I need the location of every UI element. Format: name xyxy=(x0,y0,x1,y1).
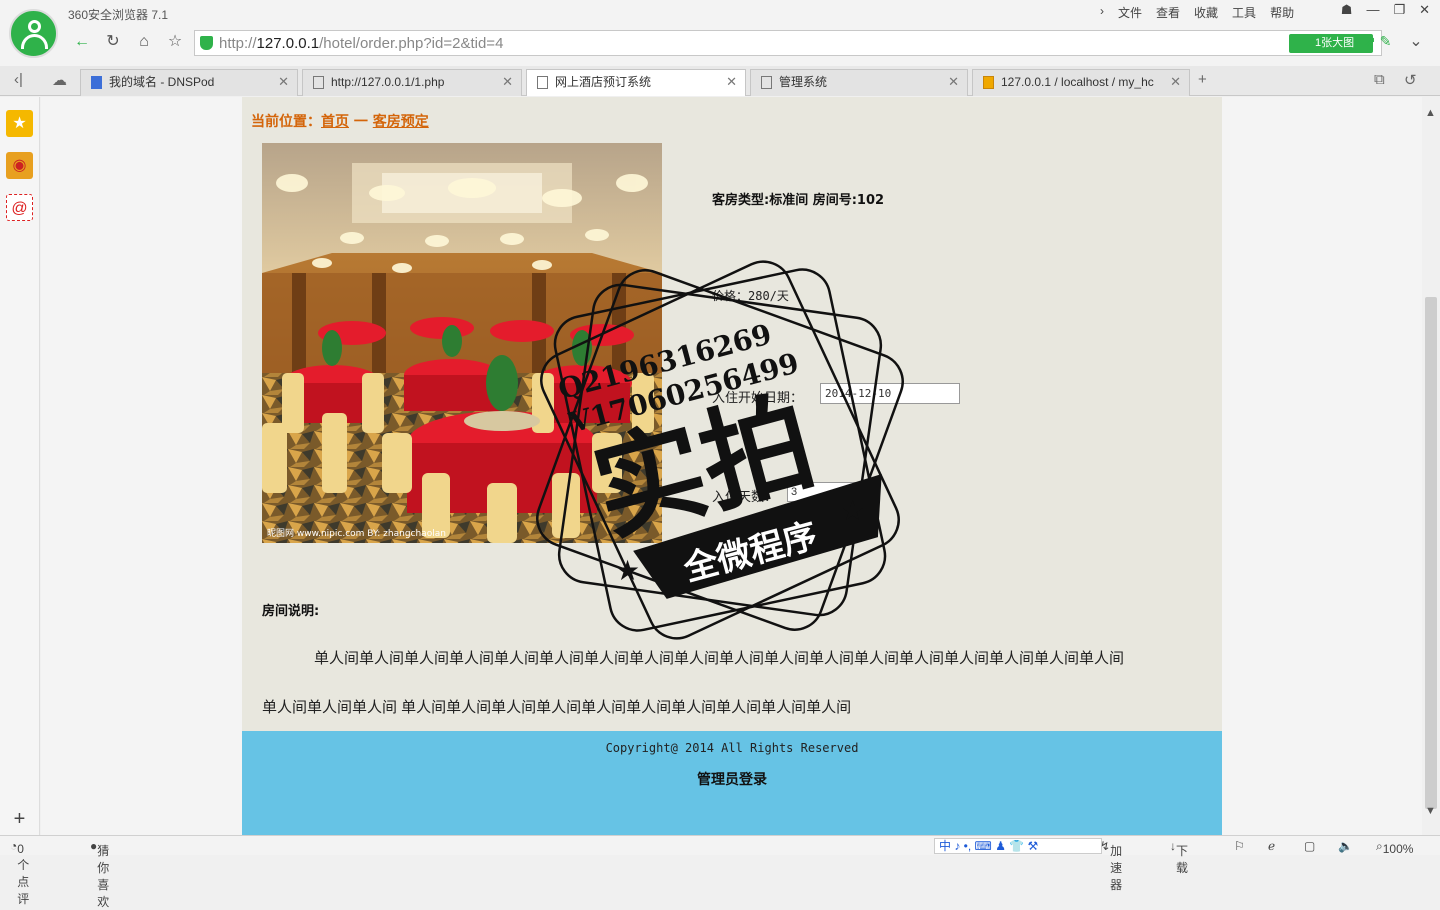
download-button[interactable]: ↓ 下载 xyxy=(1170,839,1188,875)
close-window-icon[interactable]: ✕ xyxy=(1419,2,1430,18)
comments-status[interactable]: ◔ 0个点评 xyxy=(10,839,29,906)
sidebar-toggle-icon[interactable]: ‹| xyxy=(14,71,23,88)
flag-icon[interactable]: ⚐ xyxy=(1234,839,1245,853)
tab-label: http://127.0.0.1/1.php xyxy=(331,75,445,89)
stay-days-input[interactable]: 3 xyxy=(787,482,867,502)
page-footer: Copyright@ 2014 All Rights Reserved 管理员登… xyxy=(242,731,1222,835)
guess-you-like[interactable]: ● 猜你喜欢 xyxy=(90,839,109,909)
menu-file[interactable]: 文件 xyxy=(1111,4,1149,21)
menu-bar: › 文件 查看 收藏 工具 帮助 xyxy=(1093,4,1301,21)
title-bar: 360安全浏览器 7.1 › 文件 查看 收藏 工具 帮助 ☗ — ❐ ✕ ← … xyxy=(0,0,1440,66)
address-dropdown-icon[interactable]: ⌄ xyxy=(1406,32,1426,52)
close-tab-icon[interactable]: ✕ xyxy=(1170,70,1181,94)
page-icon xyxy=(537,76,548,89)
page-viewport: 当前位置：首页 一 客房预定 昵图网 www.nipic.com BY: zha… xyxy=(41,97,1422,835)
admin-login-link[interactable]: 管理员登录 xyxy=(242,769,1222,789)
back-icon[interactable]: ← xyxy=(72,32,92,52)
scroll-up-icon[interactable]: ▲ xyxy=(1425,107,1436,119)
close-tab-icon[interactable]: ✕ xyxy=(502,70,513,94)
maximize-icon[interactable]: ❐ xyxy=(1393,2,1405,18)
tab-hotel-booking[interactable]: 网上酒店预订系统 ✕ xyxy=(526,69,746,96)
favorite-star-icon[interactable]: ☆ xyxy=(165,32,185,52)
close-tab-icon[interactable]: ✕ xyxy=(948,70,959,94)
breadcrumb-home-link[interactable]: 首页 xyxy=(321,114,349,130)
tab-phpmyadmin[interactable]: 127.0.0.1 / localhost / my_hc ✕ xyxy=(972,69,1190,96)
price-text: 价格：280/天 xyxy=(712,289,789,303)
tab-label: 网上酒店预订系统 xyxy=(555,75,652,89)
tab-label: 127.0.0.1 / localhost / my_hc xyxy=(1001,75,1154,89)
dnspod-favicon-icon xyxy=(91,76,102,89)
mail-icon[interactable]: @ xyxy=(6,194,33,221)
status-bar: ◔ 0个点评 ● 猜你喜欢 中 ♪ •, ⌨ ♟ 👕 ⚒ ↯ 加速器 ↓ 下载 … xyxy=(0,835,1440,909)
scrollbar-thumb[interactable] xyxy=(1425,297,1437,809)
home-icon[interactable]: ⌂ xyxy=(134,32,154,52)
accelerator-button[interactable]: ↯ 加速器 xyxy=(1100,839,1122,892)
breadcrumb-current-link[interactable]: 客房预定 xyxy=(373,114,429,130)
ime-toolbar[interactable]: 中 ♪ •, ⌨ ♟ 👕 ⚒ xyxy=(934,838,1102,854)
accelerator-label: 加速器 xyxy=(1110,844,1123,892)
restore-tabs-icon[interactable]: ⧉ xyxy=(1374,71,1385,88)
page-icon xyxy=(761,76,772,89)
tab-1php[interactable]: http://127.0.0.1/1.php ✕ xyxy=(302,69,522,96)
favorites-star-icon[interactable]: ★ xyxy=(6,110,33,137)
menu-tools[interactable]: 工具 xyxy=(1225,4,1263,21)
copyright-text: Copyright@ 2014 All Rights Reserved xyxy=(605,741,859,755)
download-label: 下载 xyxy=(1176,844,1189,875)
zoom-control[interactable]: ⌕ 100% xyxy=(1376,839,1413,856)
stay-days-label: 入住天数： xyxy=(712,489,778,504)
window-controls: ☗ — ❐ ✕ xyxy=(1341,2,1430,18)
address-row: ← ↻ ⌂ ☆ http://127.0.0.1/hotel/order.php… xyxy=(66,30,1436,56)
menu-help[interactable]: 帮助 xyxy=(1263,4,1301,21)
breadcrumb: 当前位置：首页 一 客房预定 xyxy=(251,111,429,131)
sidebar: ★ ◉ @ + xyxy=(0,97,40,835)
breadcrumb-prefix: 当前位置： xyxy=(251,114,321,130)
scroll-down-icon[interactable]: ▼ xyxy=(1425,805,1436,817)
url-text[interactable]: http://127.0.0.1/hotel/order.php?id=2&ti… xyxy=(219,35,503,52)
room-type-text: 客房类型:标准间 房间号:102 xyxy=(712,193,885,208)
tab-label: 管理系统 xyxy=(779,75,828,89)
tab-label: 我的域名 - DNSPod xyxy=(109,75,215,89)
new-tab-icon[interactable]: + xyxy=(1198,71,1207,88)
window-icon[interactable]: ▢ xyxy=(1304,839,1315,853)
page-scrollbar[interactable]: ▲ ▼ xyxy=(1422,97,1440,835)
room-description-title: 房间说明: xyxy=(262,604,320,619)
browser-logo-icon[interactable] xyxy=(9,9,58,58)
banquet-hall-image: 昵图网 www.nipic.com BY: zhangchaolan xyxy=(262,143,662,543)
phpmyadmin-favicon-icon xyxy=(983,76,994,89)
checkin-date-input[interactable]: 2014-12-10 xyxy=(820,383,960,404)
app-title: 360安全浏览器 7.1 xyxy=(68,8,169,22)
page-icon xyxy=(313,76,324,89)
big-picture-button[interactable]: 1张大图 xyxy=(1289,34,1373,53)
undo-close-icon[interactable]: ↺ xyxy=(1404,71,1417,89)
photo-caption: 昵图网 www.nipic.com BY: zhangchaolan xyxy=(267,528,446,539)
tab-dnspod[interactable]: 我的域名 - DNSPod ✕ xyxy=(80,69,298,96)
share-icon[interactable]: ⇗ ✎ xyxy=(1364,33,1391,50)
sound-icon[interactable]: 🔈 xyxy=(1338,839,1353,853)
skin-icon[interactable]: ☗ xyxy=(1341,2,1353,18)
breadcrumb-separator: 一 xyxy=(349,114,373,130)
tab-admin-system[interactable]: 管理系统 ✕ xyxy=(750,69,968,96)
security-shield-icon xyxy=(200,36,213,50)
room-photo: 昵图网 www.nipic.com BY: zhangchaolan xyxy=(262,143,662,543)
guess-label: 猜你喜欢 xyxy=(97,844,110,909)
close-tab-icon[interactable]: ✕ xyxy=(278,70,289,94)
close-tab-icon[interactable]: ✕ xyxy=(726,70,737,94)
comments-count: 0个点评 xyxy=(17,842,30,906)
minimize-icon[interactable]: — xyxy=(1366,2,1379,18)
room-description-line2: 单人间单人间单人间 单人间单人间单人间单人间单人间单人间单人间单人间单人间单人间 xyxy=(262,699,852,716)
add-sidebar-icon[interactable]: + xyxy=(6,806,33,833)
hotel-page: 当前位置：首页 一 客房预定 昵图网 www.nipic.com BY: zha… xyxy=(242,97,1222,835)
checkin-label: 入住开始日期： xyxy=(712,390,804,405)
menu-view[interactable]: 查看 xyxy=(1149,4,1187,21)
refresh-icon[interactable]: ↻ xyxy=(103,32,123,52)
cloud-icon[interactable]: ☁ xyxy=(52,71,67,89)
room-description-line1: 单人间单人间单人间单人间单人间单人间单人间单人间单人间单人间单人间单人间单人间单… xyxy=(314,650,1125,667)
menu-expand-icon[interactable]: › xyxy=(1093,4,1111,21)
menu-favorites[interactable]: 收藏 xyxy=(1187,4,1225,21)
zoom-level: 100% xyxy=(1382,842,1414,856)
address-bar[interactable]: http://127.0.0.1/hotel/order.php?id=2&ti… xyxy=(194,30,1382,56)
weibo-icon[interactable]: ◉ xyxy=(6,152,33,179)
ie-mode-icon[interactable]: ℯ xyxy=(1268,839,1275,853)
tab-bar: ‹| ☁ 我的域名 - DNSPod ✕ http://127.0.0.1/1.… xyxy=(0,66,1440,96)
